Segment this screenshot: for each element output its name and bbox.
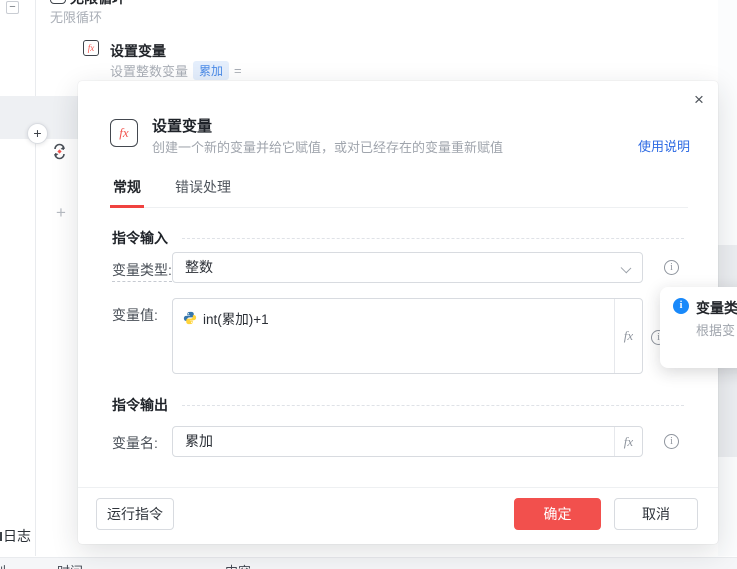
dialog-tabs: 常规 错误处理 — [110, 177, 688, 208]
var-type-label: 变量类型: — [112, 260, 172, 282]
tooltip-title: 变量类 — [696, 300, 737, 316]
app-screen: − 无限循环 无限循环 fx 设置变量 设置整数变量 累加 = + + 日志 级… — [0, 0, 737, 569]
dialog-footer: 运行指令 确定 取消 — [78, 487, 718, 544]
log-table-header: 级别 时间 内容 — [0, 557, 737, 569]
variable-tag[interactable]: 累加 — [193, 61, 230, 80]
log-col-time: 时间 — [57, 561, 83, 569]
var-type-info-icon[interactable]: i — [664, 260, 679, 275]
chevron-down-icon — [620, 262, 632, 274]
close-icon[interactable]: × — [689, 90, 709, 110]
var-name-label: 变量名: — [112, 435, 158, 451]
var-type-select[interactable]: 整数 — [172, 252, 643, 283]
setvar-operator: = — [234, 63, 242, 78]
setvar-node-fx-icon: fx — [83, 40, 99, 56]
var-value-label: 变量值: — [112, 307, 158, 323]
input-section-title: 指令输入 — [112, 230, 168, 246]
ok-button[interactable]: 确定 — [514, 498, 601, 530]
var-name-fx-button[interactable]: fx — [614, 427, 642, 456]
setvar-node-title[interactable]: 设置变量 — [110, 41, 166, 61]
tab-general[interactable]: 常规 — [110, 177, 144, 208]
collapse-minus-button[interactable]: − — [6, 1, 19, 14]
tab-error-handling[interactable]: 错误处理 — [172, 177, 234, 207]
loop-node-icon — [50, 0, 66, 4]
setvar-node-subtitle: 设置整数变量 累加 = — [110, 61, 242, 80]
setvar-subtitle-text: 设置整数变量 — [110, 64, 189, 79]
set-variable-dialog: × fx 设置变量 创建一个新的变量并给它赋值，或对已经存在的变量重新赋值 使用… — [78, 81, 718, 544]
dialog-description: 创建一个新的变量并给它赋值，或对已经存在的变量重新赋值 — [152, 140, 504, 155]
output-section-title: 指令输出 — [112, 397, 168, 413]
var-value-fx-button[interactable]: fx — [614, 299, 642, 373]
infinite-loop-icon — [54, 143, 65, 160]
tooltip-body: 根据变 — [696, 323, 736, 338]
tree-indent-line — [35, 0, 36, 556]
help-link[interactable]: 使用说明 — [638, 136, 690, 155]
log-panel-title: 日志 — [3, 528, 31, 544]
log-col-content: 内容 — [225, 561, 251, 569]
loop-node-subtitle: 无限循环 — [50, 10, 103, 25]
add-node-button[interactable]: + — [27, 123, 48, 144]
output-section-header: 指令输出 — [112, 395, 684, 415]
var-type-value: 整数 — [185, 259, 213, 275]
var-name-input[interactable]: 累加 fx — [172, 426, 643, 457]
python-icon — [183, 311, 197, 325]
var-type-tooltip: i 变量类 根据变 — [660, 287, 737, 368]
section-dashed-line — [182, 404, 684, 406]
log-col-level: 级别 — [0, 561, 6, 569]
var-value-code: int(累加)+1 — [183, 308, 269, 328]
dialog-fx-icon: fx — [110, 119, 138, 147]
run-instruction-button[interactable]: 运行指令 — [96, 498, 174, 530]
var-value-text: int(累加)+1 — [203, 312, 269, 327]
info-filled-icon: i — [673, 298, 689, 314]
var-value-input[interactable]: int(累加)+1 fx — [172, 298, 643, 374]
log-title-partial-mark — [0, 532, 2, 541]
input-section-header: 指令输入 — [112, 228, 684, 248]
var-name-value: 累加 — [185, 433, 213, 449]
section-dashed-line — [182, 237, 684, 239]
dialog-title: 设置变量 — [152, 118, 213, 135]
cancel-button[interactable]: 取消 — [614, 498, 698, 530]
insert-step-button[interactable]: + — [56, 203, 66, 223]
var-name-info-icon[interactable]: i — [664, 434, 679, 449]
